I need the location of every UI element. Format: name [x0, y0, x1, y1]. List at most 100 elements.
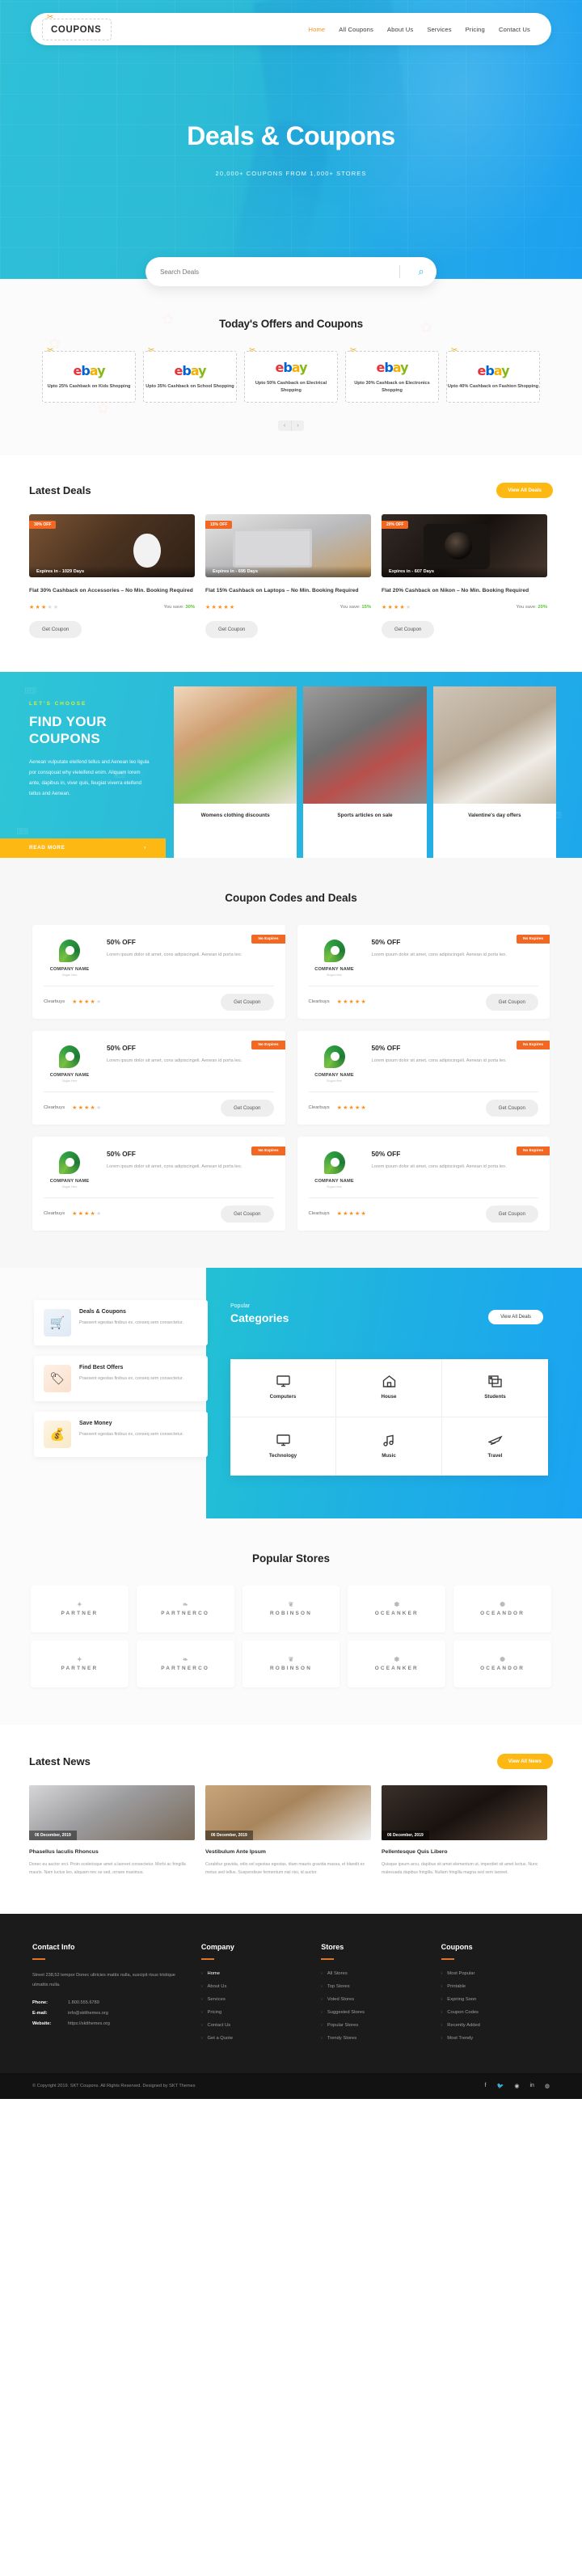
store-logo[interactable]: ✽ OCEANKER [348, 1640, 446, 1687]
company-logo: COMPANY NAME Slogan Here [309, 936, 361, 977]
category-item-music[interactable]: Music [336, 1417, 442, 1476]
category-card[interactable]: Sports articles on sale [303, 686, 427, 858]
news-thumbnail: 06 December, 2019 [382, 1784, 547, 1840]
news-title[interactable]: Pellentesque Quis Libero [382, 1849, 547, 1855]
footer-link-trendy-stores[interactable]: › Trendy Stores [321, 2036, 429, 2041]
footer-link-contact-us[interactable]: › Contact Us [201, 2023, 310, 2028]
offer-card[interactable]: ✂ ebay Upto 35% Cashback on School Shopp… [143, 346, 237, 403]
category-item-house[interactable]: House [336, 1358, 442, 1417]
store-logo[interactable]: ❧ PARTNERCO [136, 1585, 234, 1632]
news-title[interactable]: Vestibulum Ante Ipsum [205, 1849, 371, 1855]
view-all-news-button[interactable]: View All News [496, 1753, 553, 1769]
instagram-icon[interactable]: ◉ [514, 2083, 519, 2089]
link-label: Contact Us [207, 2023, 231, 2029]
get-coupon-button[interactable]: Get Coupon [205, 620, 259, 638]
get-coupon-button[interactable]: Get Coupon [382, 620, 435, 638]
get-coupon-button[interactable]: Get Coupon [485, 993, 538, 1011]
get-coupon-button[interactable]: Get Coupon [29, 620, 82, 638]
store-logo[interactable]: ✦ PARTNER [31, 1585, 129, 1632]
view-all-deals-button[interactable]: View All Deals [496, 483, 553, 498]
chevron-right-icon: › [144, 845, 146, 851]
store-ornament: ✺ [500, 1656, 505, 1664]
copyright-bar: © Copyright 2019. SKT Coupons. All Right… [0, 2073, 582, 2100]
contact-value[interactable]: info@sktthemes.org [68, 2011, 108, 2016]
deal-thumbnail: 30% OFF Expires in - 1029 Days [29, 514, 195, 577]
category-item-travel[interactable]: Travel [442, 1417, 548, 1476]
footer-link-most-trendy[interactable]: › Most Trendy [441, 2036, 550, 2041]
link-label: Printable [447, 1984, 466, 1990]
footer-link-all-stores[interactable]: › All Stores [321, 1971, 429, 1976]
category-card[interactable]: Valentine's day offers [432, 686, 556, 858]
footer-link-top-stores[interactable]: › Top Stores [321, 1984, 429, 1989]
twitter-icon[interactable]: 🐦 [497, 2083, 504, 2089]
read-more-button[interactable]: READ MORE › [0, 838, 166, 858]
nav-item-all-coupons[interactable]: All Coupons [339, 26, 373, 33]
footer-link-services[interactable]: › Services [201, 1997, 310, 2002]
offer-card[interactable]: ✂ ebay Upto 25% Cashback on Kids Shoppin… [42, 346, 136, 403]
footer-link-expiring-soon[interactable]: › Expiring Soon [441, 1997, 550, 2002]
get-coupon-button[interactable]: Get Coupon [221, 993, 274, 1011]
get-coupon-button[interactable]: Get Coupon [485, 1099, 538, 1117]
footer-link-pricing[interactable]: › Pricing [201, 2010, 310, 2015]
footer-link-about-us[interactable]: › About Us [201, 1984, 310, 1989]
store-logo[interactable]: ✽ OCEANKER [348, 1585, 446, 1632]
pinterest-icon[interactable]: ◍ [545, 2083, 550, 2089]
footer-link-recently-added[interactable]: › Recently Added [441, 2023, 550, 2028]
store-name: Clearbuys [44, 1105, 65, 1111]
category-card[interactable]: Womens clothing discounts [174, 686, 297, 858]
nav-item-contact-us[interactable]: Contact Us [499, 26, 530, 33]
store-logo[interactable]: ❦ ROBINSON [242, 1585, 340, 1632]
offer-card[interactable]: ✂ ebay Upto 30% Cashback on Electronics … [345, 346, 439, 403]
get-coupon-button[interactable]: Get Coupon [221, 1205, 274, 1223]
footer-column-company: Company › Home › About Us › Services › Prici… [200, 1943, 310, 2049]
laptop-graphic [233, 529, 312, 568]
store-name: Clearbuys [44, 999, 65, 1005]
footer-link-printable[interactable]: › Printable [441, 1984, 550, 1989]
store-logo[interactable]: ✺ OCEANDOR [453, 1640, 551, 1687]
category-item-students[interactable]: Students [442, 1359, 548, 1417]
offer-card[interactable]: ✂ ebay Upto 40% Cashback on Fashion Shop… [446, 346, 540, 403]
discount-badge: 20% OFF [382, 521, 409, 529]
link-label: Voted Stores [327, 1997, 355, 2003]
get-coupon-button[interactable]: Get Coupon [485, 1205, 538, 1223]
carousel-next-button[interactable]: › [291, 420, 304, 431]
store-logo[interactable]: ❦ ROBINSON [242, 1640, 340, 1687]
offer-title: 50% OFF [371, 1043, 401, 1052]
footer-link-popular-stores[interactable]: › Popular Stores [321, 2023, 429, 2028]
feature-card-deals-coupons[interactable]: Deals & Coupons Praesent egestas finibus… [34, 1299, 208, 1345]
facebook-icon[interactable]: f [485, 2083, 487, 2089]
monitor-icon [276, 1434, 290, 1446]
footer-link-home[interactable]: › Home [201, 1971, 310, 1976]
offer-card[interactable]: ✂ ebay Upto 50% Cashback on Electrical S… [244, 346, 338, 403]
news-excerpt: Curabitur gravida, odio vel egestas eges… [205, 1861, 365, 1875]
nav-item-about-us[interactable]: About Us [387, 26, 413, 33]
footer-link-get-a-quote[interactable]: › Get a Quote [201, 2036, 310, 2041]
category-item-computers[interactable]: Computers [230, 1358, 336, 1417]
footer-link-most-popular[interactable]: › Most Popular [441, 1971, 550, 1976]
find-coupons-section: 🎟🎟 🎟🎟 🎟🎟 LET'S CHOOSE FIND YOUR COUPONS … [0, 671, 582, 858]
footer-link-coupon-codes[interactable]: › Coupon Codes [441, 2010, 550, 2015]
get-coupon-button[interactable]: Get Coupon [221, 1099, 274, 1117]
brand-logo[interactable]: ✂ COUPONS [42, 13, 112, 40]
news-title[interactable]: Phasellus Iaculis Rhoncus [29, 1849, 195, 1855]
view-all-deals-button[interactable]: View All Deals [488, 1309, 543, 1324]
no-expires-badge: No Expires [516, 1040, 550, 1049]
category-item-technology[interactable]: Technology [230, 1417, 336, 1476]
carousel-prev-button[interactable]: ‹ [278, 420, 291, 431]
latest-news-header: Latest News View All News [29, 1753, 553, 1769]
feature-card-find-best-offers[interactable]: Find Best Offers Praesent egestas finibu… [34, 1355, 208, 1401]
store-logo[interactable]: ❧ PARTNERCO [136, 1640, 234, 1687]
store-logo[interactable]: ✺ OCEANDOR [453, 1585, 551, 1632]
footer-link-voted-stores[interactable]: › Voted Stores [321, 1997, 429, 2002]
categories-eyebrow: Popular [230, 1303, 251, 1309]
footer-link-suggested-stores[interactable]: › Suggested Stores [321, 2010, 429, 2015]
nav-item-home[interactable]: Home [308, 26, 325, 33]
feature-card-save-money[interactable]: Save Money Praesent egestas finibus ex, … [34, 1411, 208, 1457]
store-logo[interactable]: ✦ PARTNER [31, 1640, 129, 1687]
nav-item-services[interactable]: Services [427, 26, 451, 33]
nav-item-pricing[interactable]: Pricing [466, 26, 485, 33]
search-input[interactable] [160, 268, 399, 276]
contact-value[interactable]: https://sktthemes.org [68, 2021, 110, 2026]
search-icon[interactable]: ⌕ [411, 265, 432, 278]
linkedin-icon[interactable]: in [529, 2083, 534, 2089]
